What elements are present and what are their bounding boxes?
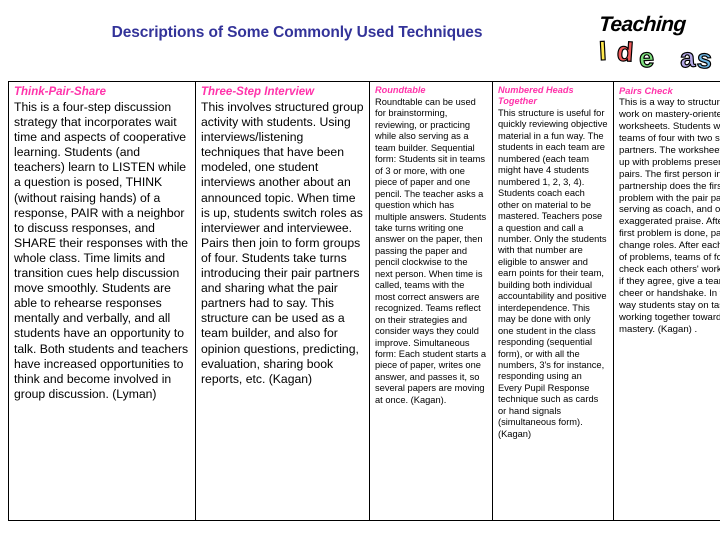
table-row: Think-Pair-Share This is a four-step dis… <box>8 81 720 521</box>
page-header: Descriptions of Some Commonly Used Techn… <box>0 0 720 75</box>
logo-letter-d: d <box>615 36 635 68</box>
technique-cell-three-step-interview: Three-Step Interview This involves struc… <box>195 81 370 521</box>
technique-cell-pairs-check: Pairs Check This is a way to structure p… <box>613 81 720 521</box>
logo-letter-i: I <box>598 35 608 67</box>
logo-letter-e: e <box>638 42 656 74</box>
logo-wordmark: Teaching <box>598 13 687 36</box>
technique-description: This is a way to structure pair work on … <box>619 97 720 335</box>
logo-letter-a: a <box>678 42 697 74</box>
technique-description: This is a four-step discussion strategy … <box>14 100 189 401</box>
technique-title: Pairs Check <box>619 85 673 96</box>
technique-description: Roundtable can be used for brainstorming… <box>375 97 487 405</box>
technique-cell-roundtable: Roundtable Roundtable can be used for br… <box>369 81 493 521</box>
technique-title: Think-Pair-Share <box>14 86 107 98</box>
logo-letter-s: s <box>695 43 714 75</box>
logo-ideas-letters: I d e a s <box>597 35 714 75</box>
techniques-table: Think-Pair-Share This is a four-step dis… <box>8 81 720 521</box>
technique-description: This structure is useful for quickly rev… <box>498 108 608 439</box>
technique-cell-think-pair-share: Think-Pair-Share This is a four-step dis… <box>8 81 196 521</box>
technique-title: Three-Step Interview <box>201 86 315 98</box>
technique-description: This involves structured group activity … <box>201 100 364 386</box>
page-title: Descriptions of Some Commonly Used Techn… <box>111 24 483 41</box>
technique-cell-numbered-heads-together: Numbered Heads Together This structure i… <box>492 81 614 521</box>
teaching-ideas-logo: Teaching I d e a s <box>593 10 714 75</box>
technique-title: Roundtable <box>375 85 426 95</box>
technique-title: Numbered Heads Together <box>498 85 574 106</box>
